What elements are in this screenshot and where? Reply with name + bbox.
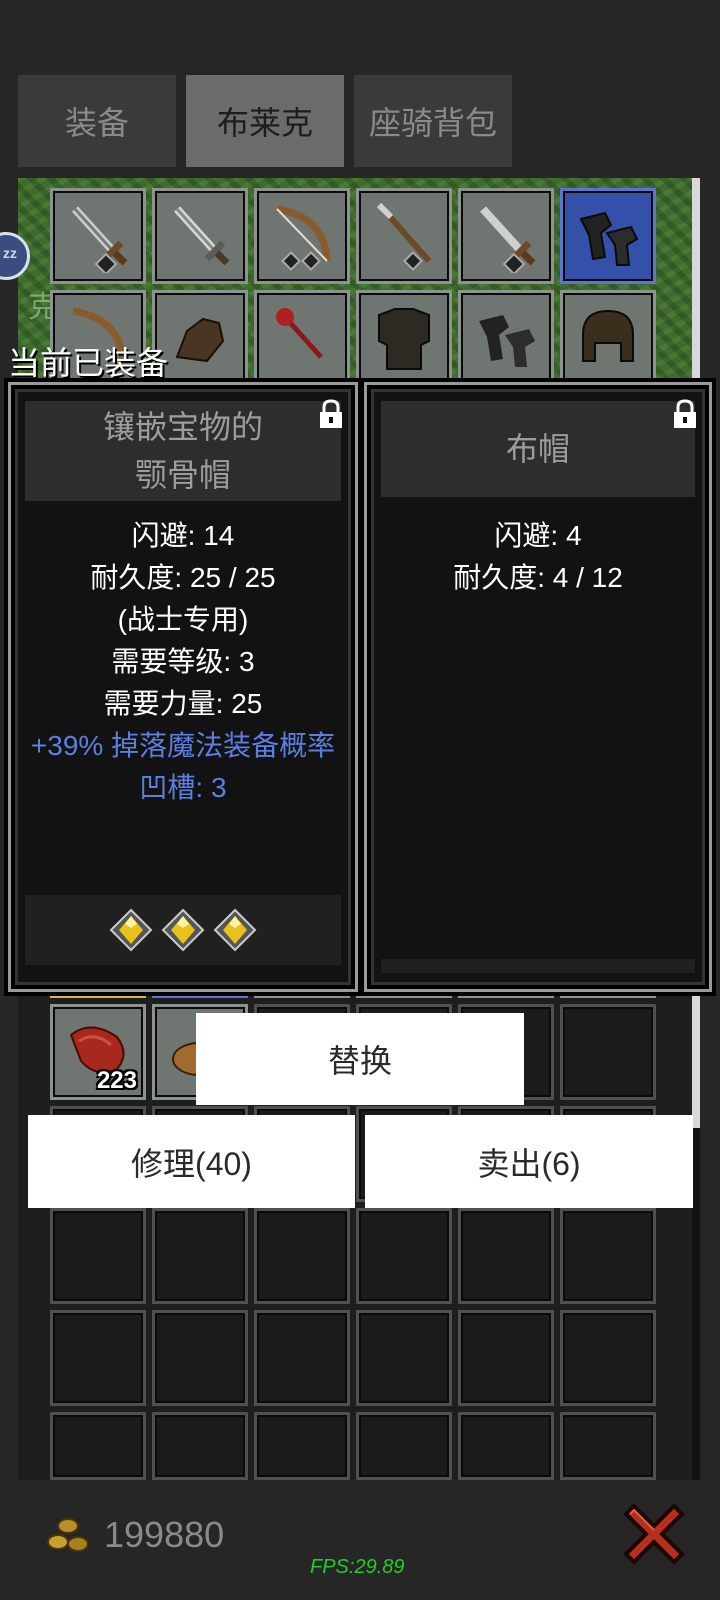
currently-equipped-label: 当前已装备 xyxy=(8,345,169,381)
item-name: 布帽 xyxy=(505,431,570,467)
helmet-icon xyxy=(582,309,634,362)
sell-button[interactable]: 卖出(6) xyxy=(365,1115,693,1208)
close-icon[interactable] xyxy=(620,1500,688,1568)
mace-icon xyxy=(276,308,323,359)
gold-amount: 199880 xyxy=(104,1514,225,1555)
inventory-slot-empty[interactable] xyxy=(152,1310,248,1406)
inventory-slot-empty[interactable] xyxy=(356,1412,452,1480)
inventory-slot-empty[interactable] xyxy=(50,1310,146,1406)
stat-required-level: 需要等级: 3 xyxy=(111,646,255,677)
topaz-gem-icon xyxy=(213,908,257,952)
tab-blake[interactable]: 布莱克 xyxy=(186,75,344,167)
inventory-slot-empty[interactable] xyxy=(50,1412,146,1480)
inventory-slot-empty[interactable] xyxy=(560,1412,656,1480)
sword-icon xyxy=(174,206,230,266)
item-name-header: 布帽 xyxy=(381,401,695,497)
gloves-icon xyxy=(175,317,225,363)
inventory-slot-meat[interactable]: 223 xyxy=(50,1004,146,1100)
stat-required-strength: 需要力量: 25 xyxy=(103,688,263,719)
inventory-slot-mace[interactable] xyxy=(254,290,350,386)
repair-button[interactable]: 修理(40) xyxy=(28,1115,355,1208)
inventory-slot-empty[interactable] xyxy=(458,1412,554,1480)
topaz-gem-icon xyxy=(161,908,205,952)
boots-icon xyxy=(479,315,535,367)
gold-coins-icon xyxy=(47,1518,89,1552)
inventory-slot-sword-1[interactable] xyxy=(50,188,146,284)
item-card-equipped: 布帽 闪避: 4 耐久度: 4 / 12 xyxy=(364,382,712,992)
tab-equipment[interactable]: 装备 xyxy=(18,75,176,167)
inventory-slot-empty[interactable] xyxy=(356,1310,452,1406)
inventory-slot-empty[interactable] xyxy=(152,1412,248,1480)
lock-icon[interactable] xyxy=(671,399,699,429)
inventory-slot-empty[interactable] xyxy=(254,1208,350,1304)
boots-icon xyxy=(579,211,639,266)
stat-dodge: 闪避: 4 xyxy=(494,520,582,551)
sword-icon xyxy=(72,206,128,273)
inventory-slot-bow-1[interactable] xyxy=(254,188,350,284)
inventory-slot-sword-3[interactable] xyxy=(458,188,554,284)
item-name-line1: 镶嵌宝物的 xyxy=(102,409,263,445)
topaz-gem-icon xyxy=(109,908,153,952)
inventory-slot-empty[interactable] xyxy=(560,1310,656,1406)
inventory-slot-empty[interactable] xyxy=(254,1310,350,1406)
stat-class-restriction: (战士专用) xyxy=(117,604,249,635)
inventory-slot-empty[interactable] xyxy=(50,1208,146,1304)
sword-icon xyxy=(480,206,536,273)
inventory-slot-empty[interactable] xyxy=(254,1412,350,1480)
inventory-slot-empty[interactable] xyxy=(152,1208,248,1304)
item-card-selected: 镶嵌宝物的 颚骨帽 闪避: 14 耐久度: 25 / 25 (战士专用) 需要等… xyxy=(8,382,358,992)
replace-button[interactable]: 替换 xyxy=(196,1013,524,1105)
socket-gems xyxy=(25,895,341,965)
stat-magic-find: +39% 掉落魔法装备概率 xyxy=(30,730,336,761)
tab-mount-bag[interactable]: 座骑背包 xyxy=(354,75,512,167)
stat-durability: 耐久度: 25 / 25 xyxy=(90,562,276,593)
inventory-slot-empty[interactable] xyxy=(356,1208,452,1304)
inventory-slot-empty[interactable] xyxy=(458,1310,554,1406)
inventory-slot-helmet[interactable] xyxy=(560,290,656,386)
item-stats: 闪避: 4 耐久度: 4 / 12 xyxy=(367,515,709,599)
armor-icon xyxy=(378,308,430,370)
inventory-slot-empty[interactable] xyxy=(560,1004,656,1100)
card-footer-bar xyxy=(381,959,695,973)
inventory-slot-empty[interactable] xyxy=(458,1208,554,1304)
inventory-slot-boots-2[interactable] xyxy=(458,290,554,386)
stat-dodge: 闪避: 14 xyxy=(131,520,235,551)
spear-icon xyxy=(376,202,432,271)
fps-counter: FPS:29.89 xyxy=(310,1556,405,1578)
inventory-slot-staff[interactable] xyxy=(356,188,452,284)
item-name-header: 镶嵌宝物的 颚骨帽 xyxy=(25,401,341,501)
bow-icon xyxy=(276,205,331,271)
stat-durability: 耐久度: 4 / 12 xyxy=(453,562,623,593)
stat-sockets: 凹槽: 3 xyxy=(139,772,227,803)
item-name-line2: 颚骨帽 xyxy=(134,457,231,493)
inventory-slot-boots[interactable] xyxy=(560,188,656,284)
inventory-slot-sword-2[interactable] xyxy=(152,188,248,284)
item-stats: 闪避: 14 耐久度: 25 / 25 (战士专用) 需要等级: 3 需要力量:… xyxy=(11,515,355,809)
item-count: 223 xyxy=(96,1067,137,1094)
inventory-slot-armor[interactable] xyxy=(356,290,452,386)
lock-icon[interactable] xyxy=(317,399,345,429)
inventory-slot-empty[interactable] xyxy=(560,1208,656,1304)
